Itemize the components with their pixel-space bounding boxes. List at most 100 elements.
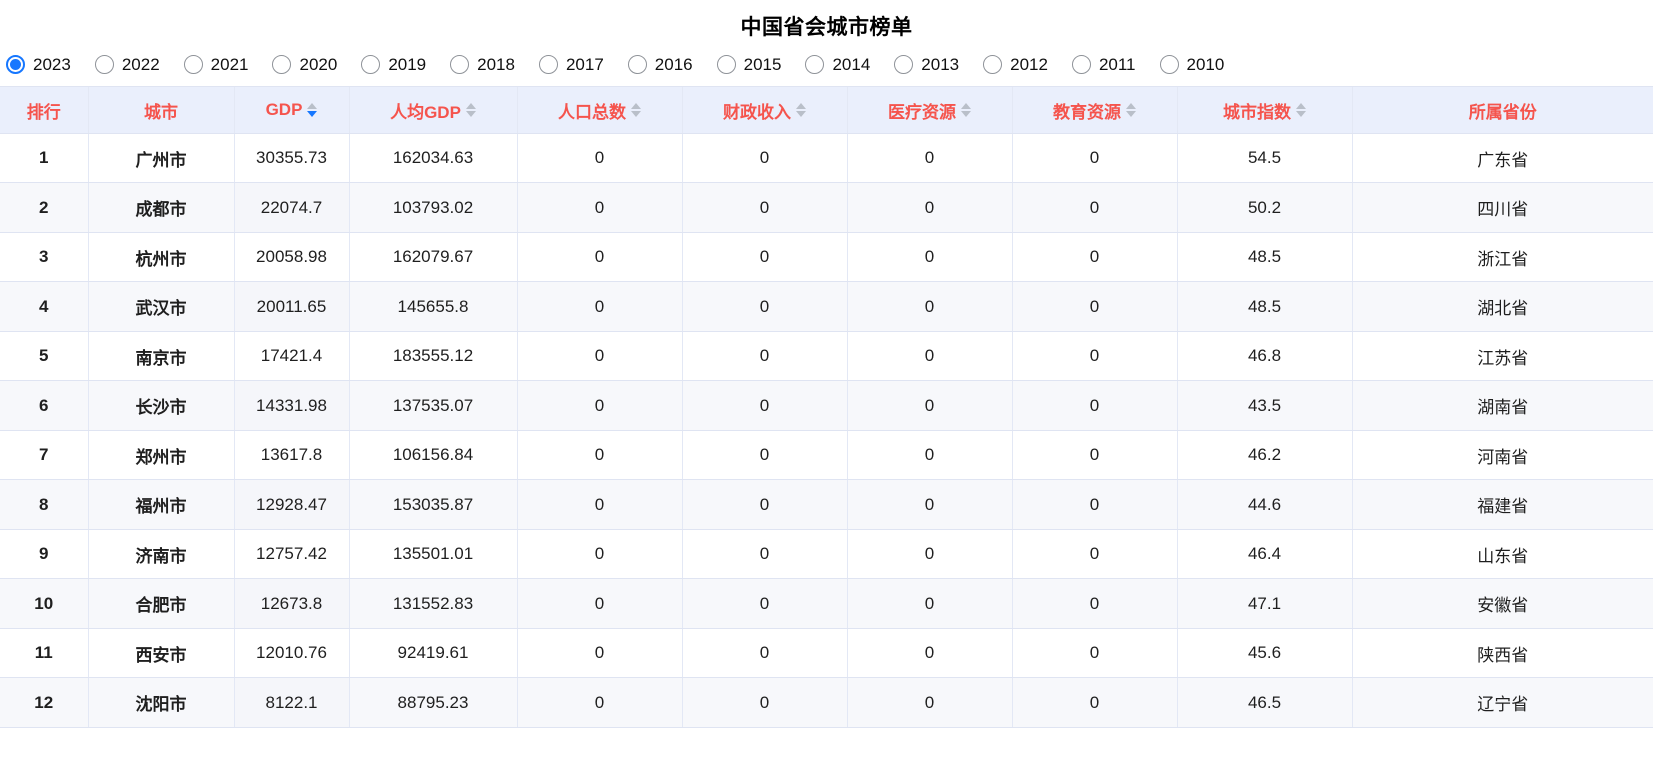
- cell-city[interactable]: 福州市: [88, 479, 235, 530]
- year-radio-2018[interactable]: 2018: [450, 55, 515, 75]
- column-header-finance[interactable]: 财政收入: [682, 87, 848, 134]
- table-row[interactable]: 2 成都市 22074.7 103793.02 0 0 0 0 50.2 四川省: [0, 182, 1653, 233]
- cell-city[interactable]: 合肥市: [88, 578, 235, 629]
- caret-down-icon[interactable]: [1296, 111, 1306, 118]
- radio-circle-icon[interactable]: [183, 55, 203, 75]
- sort-toggle-icon[interactable]: [307, 103, 318, 118]
- radio-circle-icon[interactable]: [361, 55, 381, 75]
- caret-up-icon[interactable]: [307, 103, 318, 110]
- year-radio-2014[interactable]: 2014: [805, 55, 870, 75]
- sort-toggle-icon[interactable]: [1126, 103, 1136, 118]
- caret-up-icon[interactable]: [1296, 103, 1306, 110]
- year-radio-2019[interactable]: 2019: [361, 55, 426, 75]
- year-radio-2011[interactable]: 2011: [1071, 55, 1136, 75]
- column-header-inner: 人口总数: [558, 98, 641, 123]
- sort-toggle-icon[interactable]: [796, 103, 806, 118]
- cell-city[interactable]: 西安市: [88, 628, 235, 679]
- caret-up-icon[interactable]: [961, 103, 971, 110]
- column-header-per_gdp[interactable]: 人均GDP: [349, 87, 518, 134]
- year-radio-2016[interactable]: 2016: [627, 55, 693, 75]
- cell-edu: 0: [1012, 529, 1178, 580]
- year-radio-2010[interactable]: 2010: [1159, 55, 1224, 75]
- cell-city[interactable]: 武汉市: [88, 281, 235, 332]
- radio-circle-icon[interactable]: [272, 55, 292, 75]
- column-header-index[interactable]: 城市指数: [1177, 87, 1353, 134]
- radio-circle-icon[interactable]: [6, 55, 25, 75]
- year-radio-2021[interactable]: 2021: [183, 55, 248, 75]
- cell-province: 江苏省: [1352, 331, 1653, 382]
- sort-toggle-icon[interactable]: [961, 103, 971, 118]
- year-radio-2012[interactable]: 2012: [983, 55, 1048, 75]
- cell-city[interactable]: 广州市: [88, 133, 235, 184]
- cell-city[interactable]: 南京市: [88, 331, 235, 382]
- cell-finance: 0: [682, 331, 848, 382]
- radio-circle-icon[interactable]: [450, 55, 470, 75]
- cell-province: 浙江省: [1352, 232, 1653, 283]
- cell-rank: 7: [0, 430, 89, 481]
- cell-medical: 0: [847, 182, 1013, 233]
- caret-down-icon[interactable]: [1126, 111, 1136, 118]
- column-header-inner: 城市: [144, 98, 178, 123]
- caret-down-icon[interactable]: [307, 111, 318, 118]
- year-radio-2013[interactable]: 2013: [894, 55, 959, 75]
- year-radio-2015[interactable]: 2015: [716, 55, 781, 75]
- table-row[interactable]: 12 沈阳市 8122.1 88795.23 0 0 0 0 46.5 辽宁省: [0, 677, 1653, 728]
- table-row[interactable]: 9 济南市 12757.42 135501.01 0 0 0 0 46.4 山东省: [0, 529, 1653, 580]
- cell-city[interactable]: 杭州市: [88, 232, 235, 283]
- radio-dot-icon: [543, 59, 554, 70]
- cell-per_gdp: 162079.67: [349, 232, 518, 283]
- table-row[interactable]: 5 南京市 17421.4 183555.12 0 0 0 0 46.8 江苏省: [0, 331, 1653, 382]
- cell-finance: 0: [682, 430, 848, 481]
- caret-up-icon[interactable]: [465, 103, 476, 110]
- column-header-edu[interactable]: 教育资源: [1012, 87, 1178, 134]
- radio-circle-icon[interactable]: [538, 55, 558, 75]
- table-row[interactable]: 1 广州市 30355.73 162034.63 0 0 0 0 54.5 广东省: [0, 133, 1653, 184]
- table-row[interactable]: 11 西安市 12010.76 92419.61 0 0 0 0 45.6 陕西省: [0, 628, 1653, 679]
- table-header-row: 排行 城市 GDP 人均GDP 人口总数 财政收入 医疗资源 教育资源 城市指数 所属省份: [0, 87, 1653, 134]
- radio-circle-icon[interactable]: [805, 55, 825, 75]
- cell-per_gdp: 145655.8: [349, 281, 518, 332]
- year-radio-2017[interactable]: 2017: [538, 55, 604, 75]
- table-row[interactable]: 7 郑州市 13617.8 106156.84 0 0 0 0 46.2 河南省: [0, 430, 1653, 481]
- cell-finance: 0: [682, 380, 848, 431]
- table-row[interactable]: 6 长沙市 14331.98 137535.07 0 0 0 0 43.5 湖南省: [0, 380, 1653, 431]
- year-radio-2023[interactable]: 2023: [6, 55, 71, 75]
- caret-up-icon[interactable]: [1126, 103, 1136, 110]
- sort-toggle-icon[interactable]: [631, 103, 641, 118]
- radio-circle-icon[interactable]: [983, 55, 1003, 75]
- year-filter-radio-group[interactable]: 2023 2022 2021 2020 2019 2018 2017 2016 2015 2014…: [0, 45, 1653, 86]
- ranking-table: 排行 城市 GDP 人均GDP 人口总数 财政收入 医疗资源 教育资源 城市指数 所属省份 1 广州…: [0, 87, 1653, 728]
- column-header-pop[interactable]: 人口总数: [517, 87, 683, 134]
- caret-up-icon[interactable]: [796, 103, 806, 110]
- table-row[interactable]: 3 杭州市 20058.98 162079.67 0 0 0 0 48.5 浙江省: [0, 232, 1653, 283]
- radio-circle-icon[interactable]: [94, 55, 114, 75]
- table-row[interactable]: 10 合肥市 12673.8 131552.83 0 0 0 0 47.1 安徽省: [0, 578, 1653, 629]
- caret-down-icon[interactable]: [961, 111, 971, 118]
- cell-city[interactable]: 郑州市: [88, 430, 235, 481]
- sort-toggle-icon[interactable]: [465, 103, 476, 118]
- table-row[interactable]: 4 武汉市 20011.65 145655.8 0 0 0 0 48.5 湖北省: [0, 281, 1653, 332]
- caret-down-icon[interactable]: [796, 111, 806, 118]
- year-radio-2022[interactable]: 2022: [94, 55, 160, 75]
- caret-up-icon[interactable]: [631, 103, 641, 110]
- radio-circle-icon[interactable]: [716, 55, 736, 75]
- caret-down-icon[interactable]: [465, 111, 476, 118]
- cell-per_gdp: 131552.83: [349, 578, 518, 629]
- cell-city[interactable]: 济南市: [88, 529, 235, 580]
- radio-circle-icon[interactable]: [627, 55, 647, 75]
- year-radio-2020[interactable]: 2020: [272, 55, 337, 75]
- caret-down-icon[interactable]: [631, 111, 641, 118]
- column-header-gdp[interactable]: GDP: [234, 87, 350, 134]
- cell-finance: 0: [682, 529, 848, 580]
- cell-city[interactable]: 沈阳市: [88, 677, 235, 728]
- radio-circle-icon[interactable]: [894, 55, 914, 75]
- column-header-medical[interactable]: 医疗资源: [847, 87, 1013, 134]
- radio-circle-icon[interactable]: [1159, 55, 1179, 75]
- radio-circle-icon[interactable]: [1071, 55, 1091, 75]
- sort-toggle-icon[interactable]: [1296, 103, 1306, 118]
- cell-city[interactable]: 成都市: [88, 182, 235, 233]
- cell-city[interactable]: 长沙市: [88, 380, 235, 431]
- column-header-label: 教育资源: [1053, 102, 1121, 122]
- table-head: 排行 城市 GDP 人均GDP 人口总数 财政收入 医疗资源 教育资源 城市指数 所属省份: [0, 87, 1653, 134]
- table-row[interactable]: 8 福州市 12928.47 153035.87 0 0 0 0 44.6 福建省: [0, 479, 1653, 530]
